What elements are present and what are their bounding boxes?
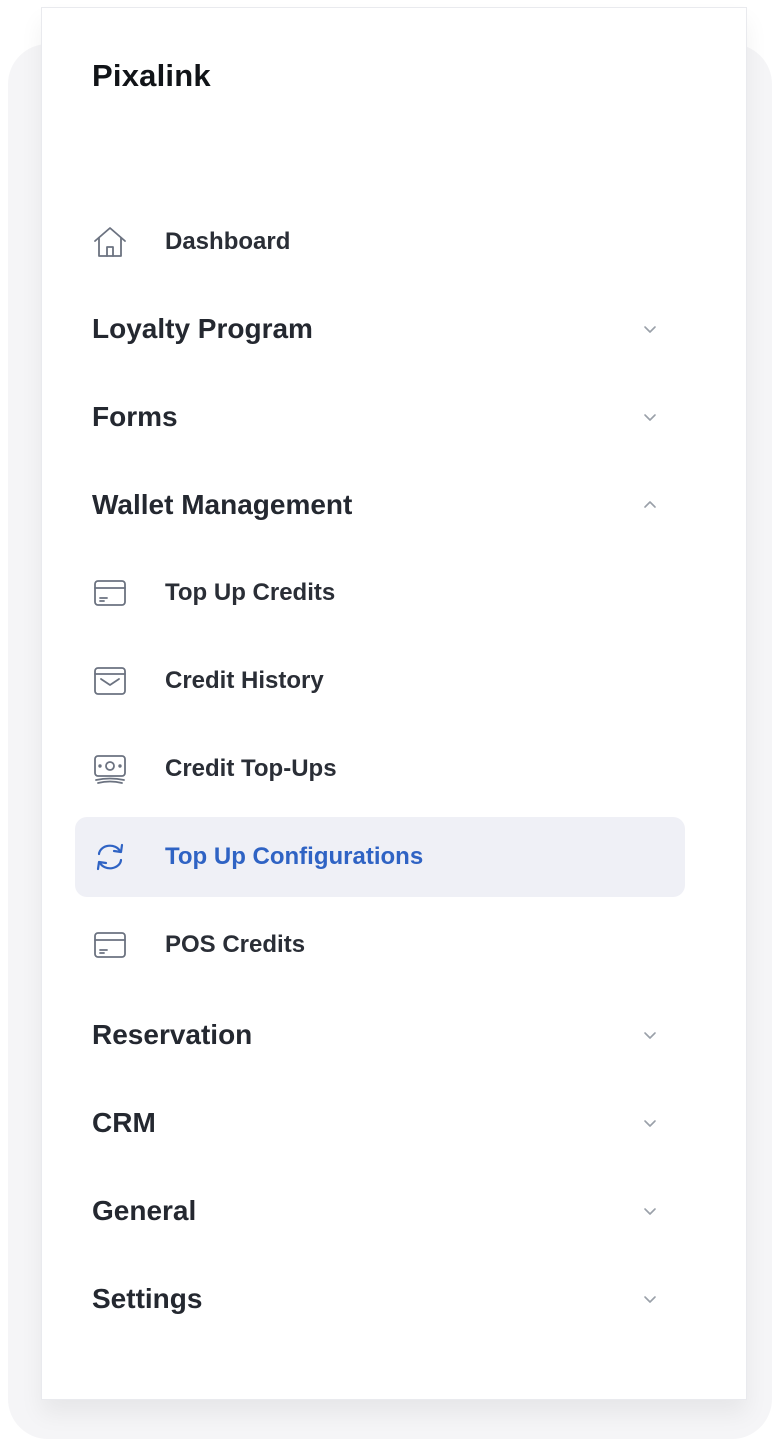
sidebar-section-general[interactable]: General — [42, 1181, 748, 1241]
sidebar-item-label: POS Credits — [165, 931, 306, 958]
sidebar-item-credit-history[interactable]: Credit History — [42, 651, 748, 711]
sidebar-item-credit-top-ups[interactable]: Credit Top-Ups — [42, 739, 748, 799]
inbox-icon — [94, 667, 126, 695]
sidebar-item-label: Credit History — [165, 667, 324, 694]
card-icon — [94, 932, 126, 958]
section-label: General — [92, 1195, 197, 1226]
sidebar-item-label: Top Up Configurations — [165, 843, 424, 870]
sidebar-item-label: Dashboard — [165, 228, 291, 255]
sidebar-section-loyalty-program[interactable]: Loyalty Program — [42, 299, 748, 359]
sidebar-section-crm[interactable]: CRM — [42, 1093, 748, 1153]
sidebar-section-settings[interactable]: Settings — [42, 1269, 748, 1329]
card-icon — [94, 580, 126, 606]
chevron-up-icon — [644, 501, 656, 508]
sidebar-item-top-up-configurations[interactable]: Top Up Configurations — [42, 827, 748, 887]
chevron-down-icon — [644, 1208, 656, 1215]
section-label: Loyalty Program — [92, 313, 313, 344]
section-label: Settings — [92, 1283, 203, 1314]
cash-icon — [94, 755, 126, 784]
section-label: Reservation — [92, 1019, 253, 1050]
chevron-down-icon — [644, 326, 656, 333]
chevron-down-icon — [644, 1296, 656, 1303]
sidebar: Pixalink Dashboard Loyalty Program Forms… — [41, 7, 747, 1400]
chevron-down-icon — [644, 414, 656, 421]
section-label: Forms — [92, 401, 178, 432]
section-label: CRM — [92, 1107, 156, 1138]
sidebar-section-reservation[interactable]: Reservation — [42, 1005, 748, 1065]
chevron-down-icon — [644, 1032, 656, 1039]
sidebar-section-forms[interactable]: Forms — [42, 387, 748, 447]
refresh-icon — [96, 843, 124, 871]
chevron-down-icon — [644, 1120, 656, 1127]
sidebar-item-pos-credits[interactable]: POS Credits — [42, 915, 748, 975]
sidebar-item-dashboard[interactable]: Dashboard — [42, 212, 748, 272]
sidebar-section-wallet-management[interactable]: Wallet Management — [42, 475, 748, 535]
section-label: Wallet Management — [92, 489, 353, 520]
sidebar-item-label: Credit Top-Ups — [165, 755, 337, 782]
sidebar-item-label: Top Up Credits — [165, 579, 336, 606]
sidebar-item-top-up-credits[interactable]: Top Up Credits — [42, 563, 748, 623]
home-icon — [94, 227, 126, 257]
brand-title: Pixalink — [92, 58, 211, 93]
